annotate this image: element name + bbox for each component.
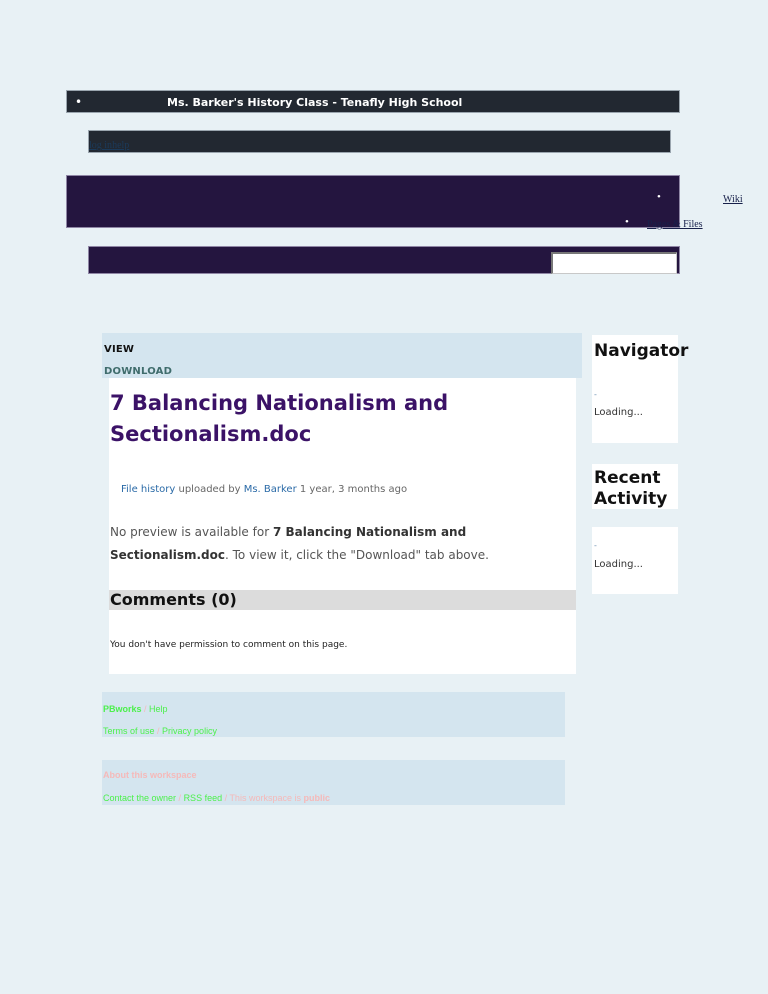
tab-download[interactable]: DOWNLOAD <box>104 366 172 377</box>
bullet-icon: • <box>625 216 629 228</box>
contact-owner-link[interactable]: Contact the owner <box>103 793 176 803</box>
navigator-loading: Loading... <box>594 407 643 418</box>
separator: / <box>176 793 184 803</box>
file-meta: File history uploaded by Ms. Barker 1 ye… <box>121 484 407 495</box>
nav-link-pages-files[interactable]: Pages & Files <box>647 219 703 230</box>
workspace-visibility: public <box>303 793 330 803</box>
recent-activity-dash: - <box>594 541 597 550</box>
recent-activity-header: Recent Activity <box>592 464 678 509</box>
workspace-header-bar: • Ms. Barker's History Class - Tenafly H… <box>66 90 680 113</box>
page-title: 7 Balancing Nationalism and Sectionalism… <box>110 391 449 446</box>
workspace-title[interactable]: Ms. Barker's History Class - Tenafly Hig… <box>167 96 462 109</box>
footer-links: PBworks / Help Terms of use / Privacy po… <box>102 692 565 737</box>
comments-header: Comments (0) <box>109 590 576 610</box>
terms-link[interactable]: Terms of use <box>103 726 155 736</box>
about-workspace-label: About this workspace <box>103 770 197 780</box>
separator: / <box>141 704 150 714</box>
footer-line-1: PBworks / Help <box>103 704 168 714</box>
comment-permission-text: You don't have permission to comment on … <box>110 640 348 650</box>
no-preview-prefix: No preview is available for <box>110 525 273 539</box>
bullet-icon: • <box>657 191 661 203</box>
navigator-title: Navigator <box>594 341 689 361</box>
pbworks-link[interactable]: PBworks <box>103 704 142 714</box>
uploader-link[interactable]: Ms. Barker <box>244 484 297 495</box>
navigator-dash: - <box>594 390 597 399</box>
nav-link-wiki[interactable]: Wiki <box>723 194 743 205</box>
account-bar: log inhelp <box>88 130 671 153</box>
workspace-info-footer: About this workspace Contact the owner /… <box>102 760 565 805</box>
search-input[interactable] <box>551 252 677 274</box>
recent-activity-title: Recent Activity <box>594 468 668 509</box>
no-preview-message: No preview is available for 7 Balancing … <box>110 521 572 567</box>
recent-activity-loading: Loading... <box>594 559 643 570</box>
footer-line-3: Contact the owner / RSS feed / This work… <box>103 793 330 803</box>
tab-view[interactable]: VIEW <box>104 344 134 355</box>
privacy-link[interactable]: Privacy policy <box>162 726 217 736</box>
help-link[interactable]: help <box>112 140 129 151</box>
content-card: 7 Balancing Nationalism and Sectionalism… <box>109 378 576 674</box>
search-bar <box>88 246 680 274</box>
file-history-link[interactable]: File history <box>121 484 175 495</box>
login-link[interactable]: log in <box>89 140 112 151</box>
no-preview-suffix: . To view it, click the "Download" tab a… <box>225 548 489 562</box>
recent-activity-panel: - Loading... <box>592 527 678 594</box>
page-tabs: VIEW DOWNLOAD <box>102 333 582 378</box>
separator: / <box>154 726 163 736</box>
workspace-is-text: This workspace is <box>229 793 301 803</box>
uploaded-by-text: uploaded by <box>178 484 241 495</box>
uploaded-ago: 1 year, 3 months ago <box>299 484 408 495</box>
help-footer-link[interactable]: Help <box>149 704 168 714</box>
rss-feed-link[interactable]: RSS feed <box>184 793 223 803</box>
account-links: log inhelp <box>89 140 129 151</box>
navigator-panel: Navigator - Loading... <box>592 335 688 443</box>
bullet-icon: • <box>75 95 83 109</box>
main-nav-bar: • Wiki • Pages & Files <box>66 175 743 230</box>
footer-line-2: Terms of use / Privacy policy <box>103 726 217 736</box>
